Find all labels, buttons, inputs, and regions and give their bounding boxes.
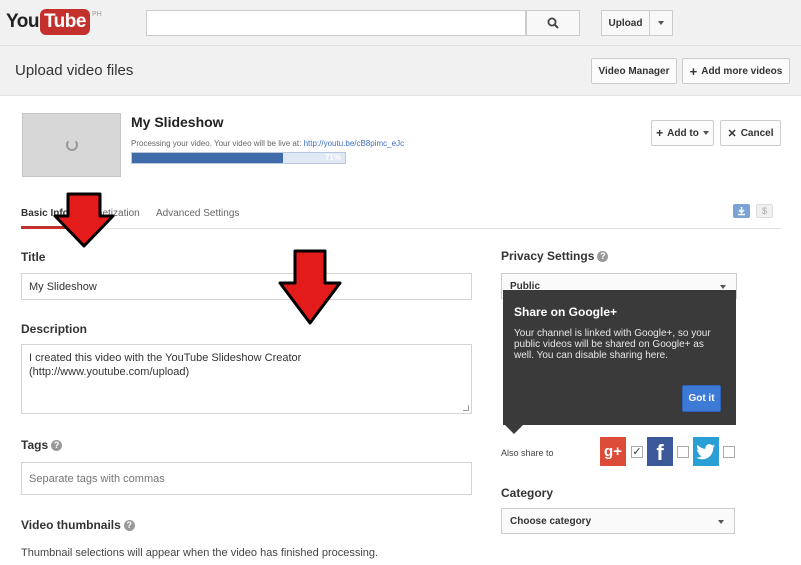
top-bar: You Tube PH Upload: [0, 0, 801, 46]
chevron-down-icon: [702, 131, 709, 135]
close-icon: ✕: [727, 127, 737, 140]
title-field[interactable]: [21, 273, 472, 300]
add-more-videos-button[interactable]: + Add more videos: [682, 58, 790, 84]
progress-percent: 71%: [324, 153, 341, 162]
video-thumbnail: [22, 113, 121, 177]
upload-progress-bar: 71%: [131, 152, 346, 164]
search-icon: [547, 17, 559, 29]
page-header: Upload video files Video Manager + Add m…: [0, 46, 801, 96]
category-value: Choose category: [510, 515, 592, 527]
google-plus-icon[interactable]: g+: [600, 437, 626, 466]
processing-text: Processing your video. Your video will b…: [131, 139, 302, 148]
annotation-arrow-icon: [53, 192, 115, 248]
help-icon[interactable]: ?: [597, 251, 609, 262]
add-to-button[interactable]: + Add to: [651, 120, 714, 146]
cancel-label: Cancel: [740, 127, 774, 139]
tags-label-text: Tags: [21, 438, 49, 452]
logo-you: You: [6, 11, 39, 32]
thumbnails-note: Thumbnail selections will appear when th…: [21, 547, 379, 559]
search-input[interactable]: [146, 10, 526, 36]
video-link[interactable]: http://youtu.be/cB8pimc_eJc: [304, 139, 405, 148]
plus-icon: +: [656, 126, 664, 140]
description-field[interactable]: I created this video with the YouTube Sl…: [21, 344, 472, 414]
category-label: Category: [501, 486, 554, 500]
help-icon[interactable]: ?: [123, 520, 135, 531]
plus-icon: +: [689, 63, 698, 79]
youtube-logo[interactable]: You Tube PH: [6, 9, 102, 35]
cancel-button[interactable]: ✕ Cancel: [720, 120, 781, 146]
google-plus-checkbox[interactable]: ✓: [631, 446, 643, 458]
privacy-label-text: Privacy Settings: [501, 249, 595, 263]
thumbnails-label: Video thumbnails?: [21, 518, 135, 532]
monetize-icon[interactable]: $: [756, 204, 773, 218]
processing-status: Processing your video. Your video will b…: [131, 139, 404, 148]
category-select[interactable]: Choose category: [501, 508, 735, 534]
video-manager-label: Video Manager: [598, 65, 670, 77]
description-label: Description: [21, 322, 88, 336]
upload-button[interactable]: Upload: [601, 10, 649, 36]
logo-country: PH: [91, 11, 102, 18]
thumbnails-label-text: Video thumbnails: [21, 518, 121, 532]
add-to-label: Add to: [667, 127, 699, 139]
logo-tube: Tube: [39, 9, 90, 35]
also-share-label: Also share to: [501, 448, 554, 458]
settings-tabs: Basic Info Monetization Advanced Setting…: [21, 205, 781, 229]
popup-title: Share on Google+: [514, 305, 618, 319]
description-text: I created this video with the YouTube Sl…: [29, 352, 302, 378]
loading-spinner-icon: [66, 139, 78, 151]
tab-advanced-settings[interactable]: Advanced Settings: [156, 208, 239, 219]
annotation-arrow-icon: [278, 249, 342, 325]
download-icon[interactable]: [733, 204, 750, 218]
resize-handle-icon[interactable]: [463, 405, 469, 411]
chevron-down-icon: [718, 520, 724, 524]
popup-pointer: [505, 425, 523, 434]
facebook-checkbox[interactable]: [677, 446, 689, 458]
chevron-down-icon: [658, 21, 664, 25]
video-title: My Slideshow: [131, 114, 224, 130]
twitter-icon[interactable]: [693, 437, 719, 466]
got-it-button[interactable]: Got it: [682, 385, 721, 412]
tags-input[interactable]: [21, 462, 472, 495]
help-icon[interactable]: ?: [51, 440, 63, 451]
upload-menu-button[interactable]: [649, 10, 673, 36]
search-button[interactable]: [526, 10, 580, 36]
facebook-icon[interactable]: f: [647, 437, 673, 466]
progress-fill: [132, 153, 284, 163]
tags-label: Tags?: [21, 438, 63, 452]
add-more-videos-label: Add more videos: [701, 65, 783, 77]
chevron-down-icon: [720, 285, 726, 289]
privacy-settings-label: Privacy Settings?: [501, 249, 609, 263]
popup-body: Your channel is linked with Google+, so …: [514, 328, 711, 361]
twitter-checkbox[interactable]: [723, 446, 735, 458]
share-google-plus-popup: Share on Google+ Your channel is linked …: [503, 290, 736, 425]
title-label: Title: [21, 250, 46, 264]
page-title: Upload video files: [15, 62, 134, 79]
video-manager-button[interactable]: Video Manager: [591, 58, 677, 84]
